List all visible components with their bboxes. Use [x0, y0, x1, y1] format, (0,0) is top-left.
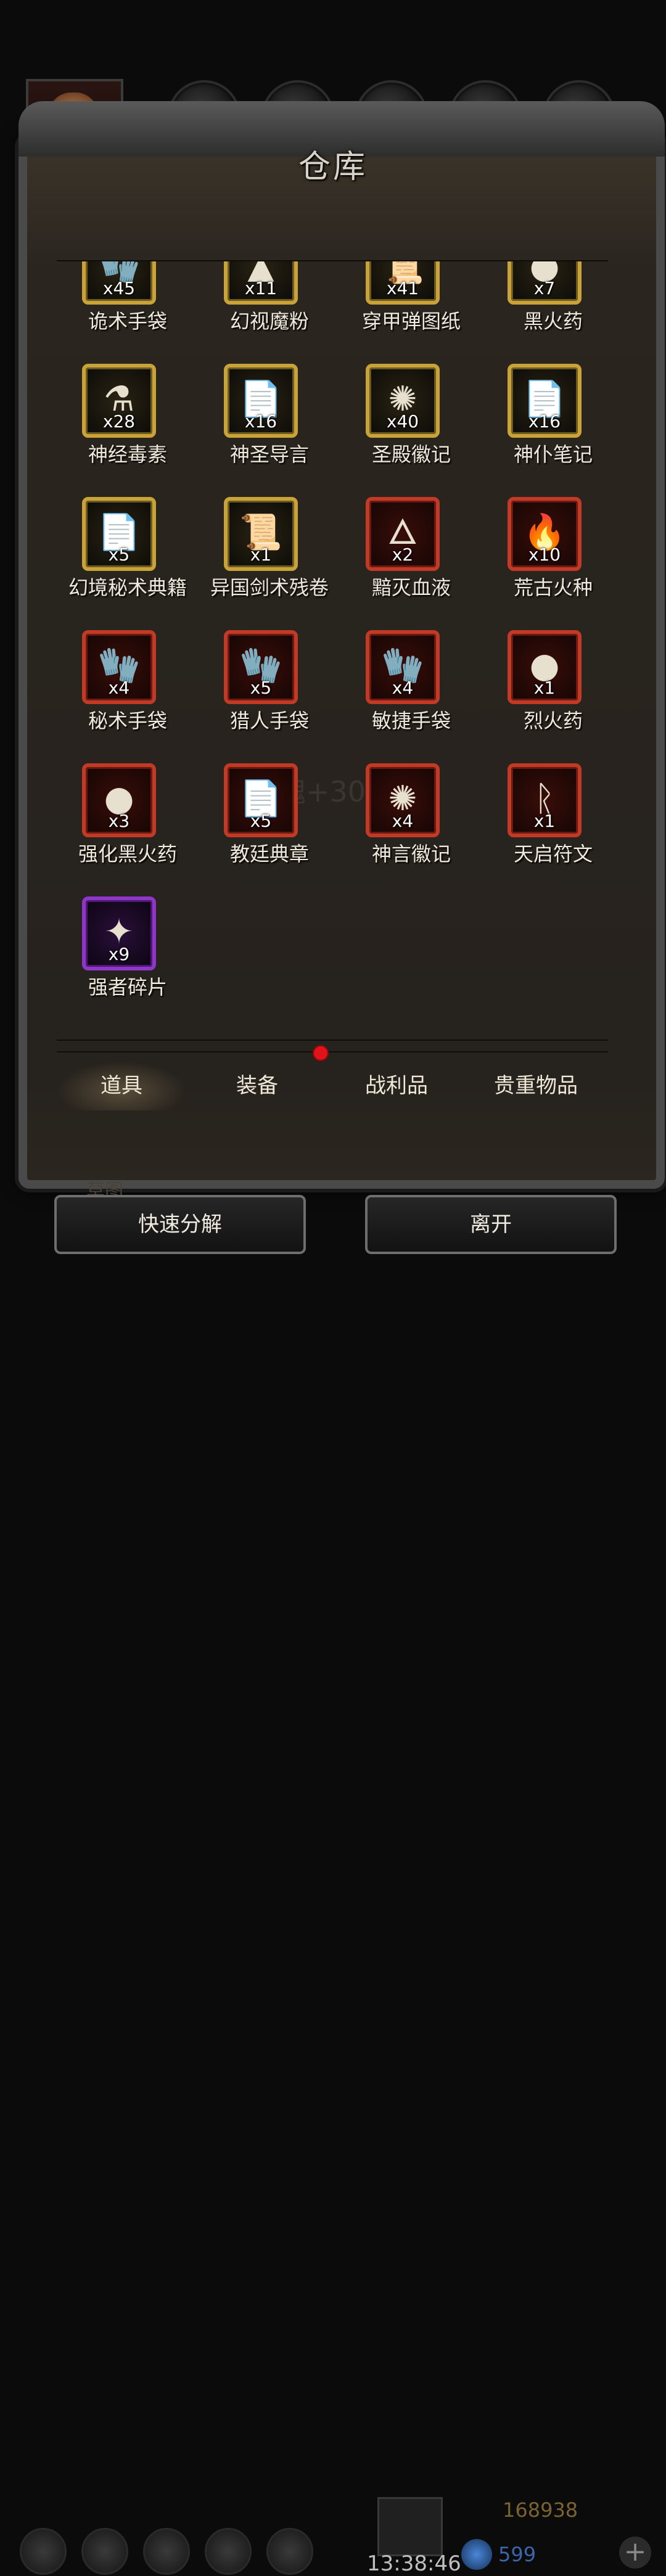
- item-frame[interactable]: ✺ x40: [366, 364, 440, 438]
- item-slot[interactable]: 🔥 x10 荒古火种: [482, 491, 608, 614]
- item-slot[interactable]: 🧤 x4 敏捷手袋: [340, 624, 482, 747]
- tab-valuables[interactable]: 贵重物品: [471, 1061, 601, 1110]
- item-slot[interactable]: 🜂 x2 黯灭血液: [340, 491, 482, 614]
- item-name: 天启符文: [513, 842, 593, 866]
- item-slot[interactable]: ✦ x9 强者碎片: [57, 890, 199, 1014]
- item-frame[interactable]: ✺ x4: [366, 763, 440, 837]
- item-frame[interactable]: ● x7: [508, 261, 582, 305]
- item-frame[interactable]: 🧤 x45: [82, 261, 156, 305]
- item-quantity: x16: [244, 411, 278, 432]
- item-slot[interactable]: 🧤 x45 诡术手袋: [57, 261, 199, 348]
- gift-timer: 13:38:46: [367, 2551, 461, 2576]
- gem-icon: [461, 2539, 492, 2570]
- item-quantity: x2: [392, 544, 414, 565]
- item-frame[interactable]: ▲ x11: [224, 261, 298, 305]
- item-quantity: x28: [102, 411, 136, 432]
- item-quantity: x1: [533, 678, 556, 698]
- item-quantity: x1: [250, 544, 272, 565]
- item-name: 黑火药: [523, 310, 583, 333]
- settings-icon[interactable]: [20, 2528, 67, 2575]
- gold-amount: 168938: [503, 2498, 578, 2522]
- gift-box-icon[interactable]: [377, 2497, 443, 2556]
- item-slot[interactable]: 🧤 x5 猎人手袋: [199, 624, 340, 747]
- mail-icon[interactable]: [205, 2528, 252, 2575]
- category-tabs: 道具 装备 战利品 贵重物品: [57, 1045, 608, 1120]
- item-slot[interactable]: ● x1 烈火药: [482, 624, 608, 747]
- item-quantity: x3: [108, 811, 130, 831]
- item-slot[interactable]: 🧤 x4 秘术手袋: [57, 624, 199, 747]
- item-slot[interactable]: ✺ x4 神言徽记: [340, 757, 482, 880]
- item-quantity: x4: [392, 811, 414, 831]
- item-slot[interactable]: ● x7 黑火药: [482, 261, 608, 348]
- item-quantity: x16: [528, 411, 561, 432]
- item-slot[interactable]: 📄 x16 神圣导言: [199, 358, 340, 481]
- item-slot[interactable]: 📄 x16 神仆笔记: [482, 358, 608, 481]
- item-slot[interactable]: ⚗ x28 神经毒素: [57, 358, 199, 481]
- item-quantity: x40: [386, 411, 419, 432]
- item-frame[interactable]: ᚱ x1: [508, 763, 582, 837]
- item-frame[interactable]: 🧤 x5: [224, 630, 298, 704]
- item-frame[interactable]: 🔥 x10: [508, 497, 582, 571]
- item-slot[interactable]: ▲ x11 幻视魔粉: [199, 261, 340, 348]
- item-frame[interactable]: 📄 x5: [224, 763, 298, 837]
- item-name: 神仆笔记: [513, 443, 593, 466]
- panel-title: 仓库: [298, 149, 368, 186]
- item-frame[interactable]: 🧤 x4: [82, 630, 156, 704]
- item-slot[interactable]: ᚱ x1 天启符文: [482, 757, 608, 880]
- item-quantity: x4: [108, 678, 130, 698]
- item-frame[interactable]: ⚗ x28: [82, 364, 156, 438]
- item-quantity: x9: [108, 944, 130, 964]
- add-currency-button[interactable]: +: [619, 2537, 651, 2569]
- item-frame[interactable]: 📜 x1: [224, 497, 298, 571]
- item-frame[interactable]: ✦ x9: [82, 896, 156, 970]
- item-quantity: x5: [108, 544, 130, 565]
- quick-decompose-button[interactable]: 快速分解: [54, 1195, 306, 1254]
- item-frame[interactable]: 📄 x5: [82, 497, 156, 571]
- achievement-icon[interactable]: [81, 2528, 128, 2575]
- item-name: 荒古火种: [513, 576, 593, 599]
- item-quantity: x5: [250, 811, 272, 831]
- item-slot[interactable]: 📄 x5 教廷典章: [199, 757, 340, 880]
- new-badge: [313, 1045, 329, 1061]
- item-slot[interactable]: ✺ x40 圣殿徽记: [340, 358, 482, 481]
- item-slot[interactable]: 📜 x41 穿甲弹图纸: [340, 261, 482, 348]
- bottom-hud: 13:38:46 168938 599 +: [0, 1258, 666, 2576]
- item-frame[interactable]: 📄 x16: [508, 364, 582, 438]
- leave-button[interactable]: 离开: [365, 1195, 617, 1254]
- guild-icon[interactable]: [143, 2528, 190, 2575]
- handshake-icon[interactable]: [266, 2528, 313, 2575]
- item-slot[interactable]: 📜 x1 异国剑术残卷: [199, 491, 340, 614]
- item-frame[interactable]: 📜 x41: [366, 261, 440, 305]
- item-quantity: x4: [392, 678, 414, 698]
- item-quantity: x10: [528, 544, 561, 565]
- item-quantity: x41: [386, 278, 419, 298]
- item-frame[interactable]: 🧤 x4: [366, 630, 440, 704]
- item-frame[interactable]: 🜂 x2: [366, 497, 440, 571]
- gem-amount: 599: [498, 2543, 536, 2566]
- tab-equipment[interactable]: 装备: [192, 1061, 322, 1110]
- item-quantity: x45: [102, 278, 136, 298]
- item-name: 强者碎片: [88, 975, 167, 999]
- item-frame[interactable]: 📄 x16: [224, 364, 298, 438]
- item-grid-viewport[interactable]: 🧤 x45 诡术手袋 ▲ x11 幻视魔粉 📜 x41 穿甲弹图纸 ● x7 黑火药 ⚗ x28 神经毒素 📄…: [57, 260, 608, 1041]
- item-name: 烈火药: [523, 709, 583, 732]
- item-quantity: x11: [244, 278, 278, 298]
- item-frame[interactable]: ● x3: [82, 763, 156, 837]
- item-quantity: x1: [533, 811, 556, 831]
- item-quantity: x7: [533, 278, 556, 298]
- item-slot[interactable]: 📄 x5 幻境秘术典籍: [57, 491, 199, 614]
- tab-items[interactable]: 道具: [57, 1061, 186, 1110]
- item-quantity: x5: [250, 678, 272, 698]
- item-frame[interactable]: ● x1: [508, 630, 582, 704]
- tab-loot[interactable]: 战利品: [332, 1061, 461, 1110]
- item-slot[interactable]: ● x3 强化黑火药: [57, 757, 199, 880]
